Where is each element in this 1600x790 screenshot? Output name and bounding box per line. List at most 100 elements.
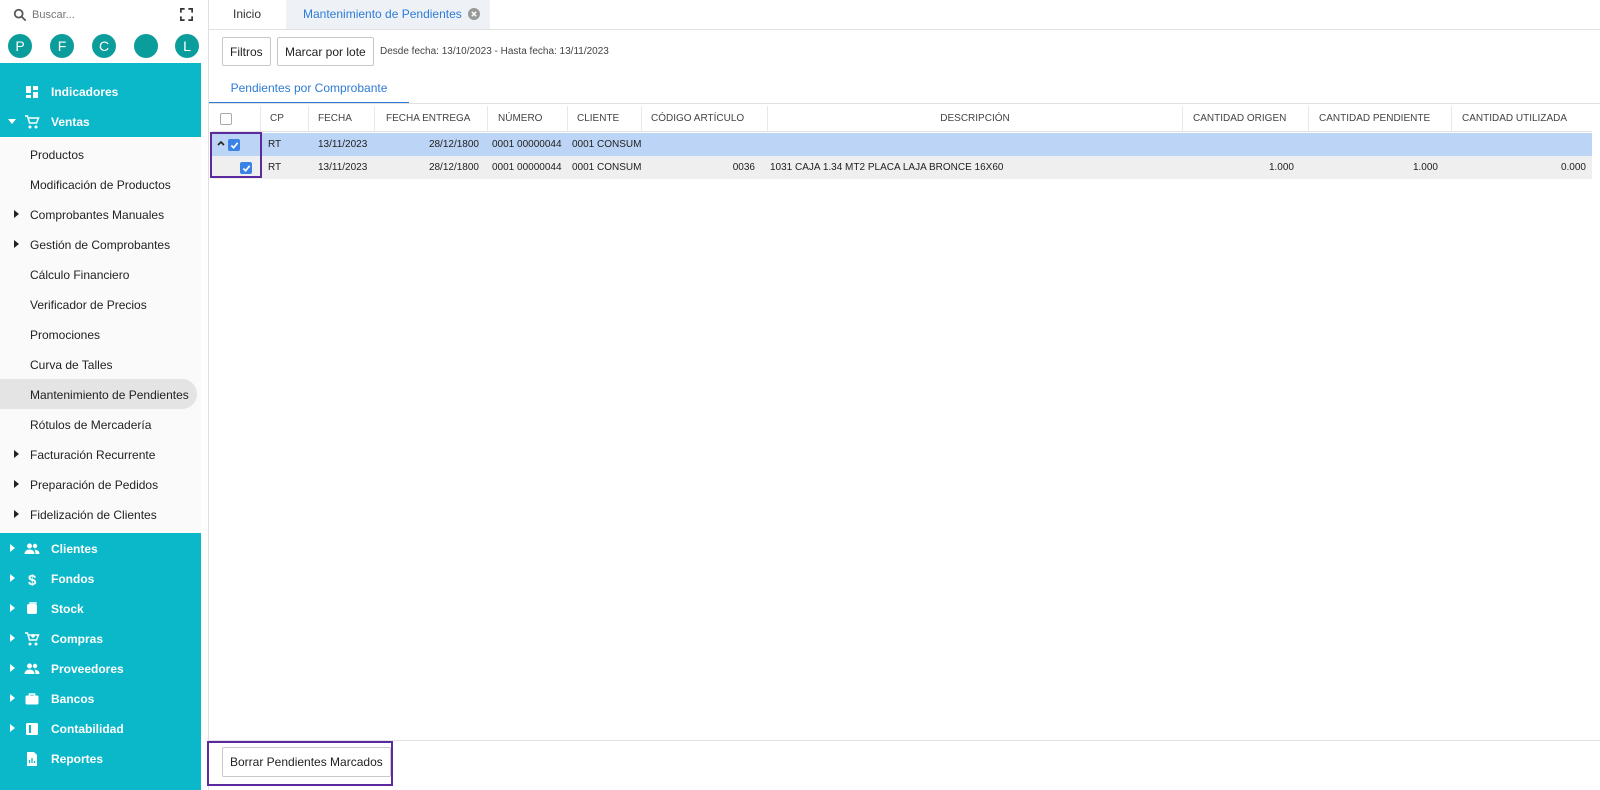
sidebar-item-label: Clientes: [51, 542, 98, 556]
cell-cantidad-origen: 1.000: [1268, 162, 1294, 173]
cell-cp: RT: [268, 162, 282, 173]
ventas-submenu: Productos Modificación de Productos Compro…: [0, 137, 201, 533]
people-icon: [24, 543, 40, 554]
sidebar-subitem[interactable]: Comprobantes Manuales: [0, 199, 201, 229]
sidebar-subitem-label: Gestión de Comprobantes: [30, 238, 171, 252]
avatar-blank[interactable]: [134, 34, 158, 58]
sidebar-item-stock[interactable]: Stock: [0, 594, 201, 624]
cart-plus-icon: [25, 632, 40, 646]
sidebar-item-compras[interactable]: Compras: [0, 624, 201, 654]
book-icon: [26, 723, 38, 735]
chevron-right-icon: [14, 210, 19, 218]
sidebar-item-indicadores[interactable]: Indicadores: [0, 77, 201, 107]
sidebar-subitem-label: Comprobantes Manuales: [30, 208, 165, 222]
header-cantidad-origen[interactable]: CANTIDAD ORIGEN: [1182, 106, 1308, 131]
chevron-right-icon: [10, 724, 15, 732]
sidebar-item-reportes[interactable]: Reportes: [0, 744, 201, 774]
sidebar-subitem[interactable]: Rótulos de Mercadería: [0, 409, 201, 439]
chevron-right-icon: [14, 240, 19, 248]
sidebar-subitem[interactable]: Modificación de Productos: [0, 169, 201, 199]
header-descripcion[interactable]: DESCRIPCIÓN: [767, 106, 1182, 131]
sidebar-subitem[interactable]: Fidelización de Clientes: [0, 499, 201, 529]
cell-fecha: 13/11/2023: [318, 162, 368, 173]
people-icon: [24, 663, 40, 674]
header-select-all: [212, 106, 260, 131]
header-fecha-entrega[interactable]: FECHA ENTREGA: [374, 106, 487, 131]
header-numero[interactable]: NÚMERO: [487, 106, 567, 131]
sidebar-item-label: Reportes: [51, 752, 104, 766]
header-cantidad-utilizada[interactable]: CANTIDAD UTILIZADA: [1451, 106, 1592, 131]
sidebar-subitem[interactable]: Curva de Talles: [0, 349, 201, 379]
chevron-right-icon: [14, 510, 19, 518]
sidebar-item-contabilidad[interactable]: Contabilidad: [0, 714, 201, 744]
cell-cp: RT: [268, 139, 282, 150]
filtros-button[interactable]: Filtros: [222, 37, 271, 66]
sidebar-item-label: Fondos: [51, 572, 95, 586]
chevron-right-icon: [14, 480, 19, 488]
sidebar-subitem[interactable]: Verificador de Precios: [0, 289, 201, 319]
briefcase-icon: [25, 693, 39, 705]
checkbox-highlight-box: [210, 132, 262, 178]
table-row-detail[interactable]: RT 13/11/2023 28/12/1800 0001 00000044 0…: [212, 156, 1592, 179]
pendientes-grid: CP FECHA FECHA ENTREGA NÚMERO CLIENTE CÓ…: [210, 106, 1592, 179]
avatar-p[interactable]: P: [8, 34, 32, 58]
table-row-group[interactable]: RT 13/11/2023 28/12/1800 0001 00000044 0…: [212, 133, 1592, 156]
tab-inicio[interactable]: Inicio: [233, 0, 261, 29]
header-codigo-articulo[interactable]: CÓDIGO ARTÍCULO: [641, 106, 767, 131]
header-cantidad-pendiente[interactable]: CANTIDAD PENDIENTE: [1308, 106, 1451, 131]
toolbar: Filtros Marcar por lote Desde fecha: 13/…: [209, 37, 1600, 67]
tab-label: Mantenimiento de Pendientes: [303, 7, 462, 21]
sidebar-item-fondos[interactable]: $ Fondos: [0, 564, 201, 594]
sidebar-subitem-label: Preparación de Pedidos: [30, 478, 159, 492]
sidebar-subitem[interactable]: Mantenimiento de Pendientes: [0, 379, 197, 409]
sidebar-item-clientes[interactable]: Clientes: [0, 534, 201, 564]
close-icon[interactable]: [467, 8, 480, 20]
sidebar-subitem-label: Mantenimiento de Pendientes: [30, 388, 189, 402]
report-icon: [27, 752, 37, 766]
sidebar-subitem[interactable]: Productos: [0, 139, 201, 169]
cell-descripcion: 1031 CAJA 1.34 MT2 PLACA LAJA BRONCE 16X…: [770, 162, 1004, 173]
chevron-right-icon: [10, 664, 15, 672]
sidebar-item-label: Compras: [51, 632, 104, 646]
sidebar-item-label: Indicadores: [51, 85, 119, 99]
cell-codigo-articulo: 0036: [732, 162, 755, 173]
search-icon: [13, 8, 27, 22]
sidebar-item-proveedores[interactable]: Proveedores: [0, 654, 201, 684]
tab-mantenimiento-pendientes[interactable]: Mantenimiento de Pendientes: [286, 0, 490, 29]
sidebar-subitem-label: Modificación de Productos: [30, 178, 171, 192]
user-avatars: P F C L: [8, 34, 199, 58]
header-fecha[interactable]: FECHA: [308, 106, 374, 131]
chevron-right-icon: [10, 634, 15, 642]
cell-fecha: 13/11/2023: [318, 139, 368, 150]
sidebar-item-ventas[interactable]: Ventas: [0, 107, 201, 137]
fullscreen-icon[interactable]: [179, 7, 194, 22]
sidebar-subitem-label: Curva de Talles: [30, 358, 113, 372]
sidebar-subitem[interactable]: Gestión de Comprobantes: [0, 229, 201, 259]
chevron-right-icon: [10, 574, 15, 582]
divider: [209, 103, 1600, 104]
avatar-f[interactable]: F: [50, 34, 74, 58]
footer-divider: [209, 740, 1600, 741]
dashboard-icon: [26, 86, 38, 98]
sidebar-subitem[interactable]: Cálculo Financiero: [0, 259, 201, 289]
avatar-l[interactable]: L: [175, 34, 199, 58]
sidebar-subitem[interactable]: Facturación Recurrente: [0, 439, 201, 469]
sidebar-item-label: Contabilidad: [51, 722, 124, 736]
header-cp[interactable]: CP: [260, 106, 308, 131]
sidebar-item-bancos[interactable]: Bancos: [0, 684, 201, 714]
sidebar-subitem[interactable]: Preparación de Pedidos: [0, 469, 201, 499]
sidebar-subitem-label: Fidelización de Clientes: [30, 508, 157, 522]
avatar-c[interactable]: C: [92, 34, 116, 58]
marcar-por-lote-button[interactable]: Marcar por lote: [277, 37, 374, 66]
sidebar-subitem-label: Verificador de Precios: [30, 298, 147, 312]
cell-fecha-entrega: 28/12/1800: [428, 162, 479, 173]
tab-pendientes-por-comprobante[interactable]: Pendientes por Comprobante: [209, 74, 409, 104]
cell-cliente: 0001 CONSUM: [572, 139, 641, 150]
header-cliente[interactable]: CLIENTE: [567, 106, 641, 131]
select-all-checkbox[interactable]: [220, 113, 232, 125]
sidebar-subitem-label: Promociones: [30, 328, 101, 342]
search-input[interactable]: [32, 6, 162, 24]
main-content: Inicio Mantenimiento de Pendientes Filtr…: [207, 0, 1600, 790]
cell-cliente: 0001 CONSUM: [572, 162, 641, 173]
sidebar-subitem[interactable]: Promociones: [0, 319, 201, 349]
